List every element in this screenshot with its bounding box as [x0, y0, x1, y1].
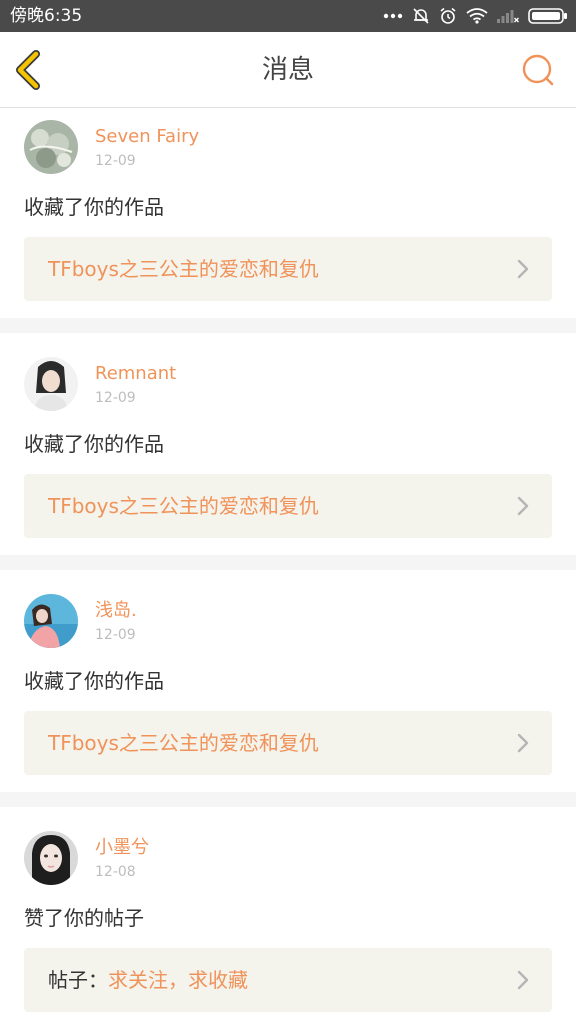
- chevron-right-icon: [517, 970, 529, 990]
- signal-icon: [497, 10, 519, 23]
- work-link[interactable]: TFboys之三公主的爱恋和复仇: [24, 711, 552, 775]
- top-nav-bar: 消息: [0, 32, 576, 108]
- message-card: 浅岛. 12-09 收藏了你的作品 TFboys之三公主的爱恋和复仇: [0, 570, 576, 792]
- message-date: 12-09: [95, 390, 136, 406]
- action-text: 收藏了你的作品: [24, 195, 164, 219]
- chevron-right-icon: [517, 259, 529, 279]
- action-text: 收藏了你的作品: [24, 669, 164, 693]
- post-title: 帖子：求关注，求收藏: [48, 968, 248, 992]
- work-link[interactable]: TFboys之三公主的爱恋和复仇: [24, 237, 552, 301]
- username[interactable]: 小墨兮: [95, 837, 149, 859]
- more-dots-icon: [383, 13, 403, 19]
- status-bar: 傍晚6:35: [0, 0, 576, 32]
- message-date: 12-09: [95, 627, 136, 643]
- username[interactable]: Remnant: [95, 363, 176, 385]
- work-title: TFboys之三公主的爱恋和复仇: [48, 731, 319, 755]
- post-link[interactable]: 帖子：求关注，求收藏: [24, 948, 552, 1012]
- message-card: Seven Fairy 12-09 收藏了你的作品 TFboys之三公主的爱恋和…: [0, 108, 576, 318]
- work-link[interactable]: TFboys之三公主的爱恋和复仇: [24, 474, 552, 538]
- avatar[interactable]: [24, 357, 78, 411]
- notification-off-icon: [413, 8, 429, 24]
- message-card: 小墨兮 12-08 赞了你的帖子 帖子：求关注，求收藏: [0, 807, 576, 1032]
- battery-icon: [528, 8, 567, 24]
- search-icon: [522, 54, 554, 86]
- work-title: TFboys之三公主的爱恋和复仇: [48, 494, 319, 518]
- work-title: TFboys之三公主的爱恋和复仇: [48, 257, 319, 281]
- search-button[interactable]: [520, 52, 556, 88]
- message-date: 12-09: [95, 153, 136, 169]
- avatar[interactable]: [24, 120, 78, 174]
- page-title: 消息: [261, 55, 314, 85]
- avatar[interactable]: [24, 594, 78, 648]
- wifi-icon: [466, 8, 488, 24]
- alarm-icon: [440, 7, 456, 24]
- chevron-right-icon: [517, 496, 529, 516]
- username[interactable]: 浅岛.: [95, 600, 137, 622]
- message-date: 12-08: [95, 864, 136, 880]
- message-card: Remnant 12-09 收藏了你的作品 TFboys之三公主的爱恋和复仇: [0, 333, 576, 555]
- chevron-right-icon: [517, 733, 529, 753]
- action-text: 赞了你的帖子: [24, 906, 144, 930]
- avatar[interactable]: [24, 831, 78, 885]
- status-time: 傍晚6:35: [10, 6, 83, 26]
- username[interactable]: Seven Fairy: [95, 126, 199, 148]
- action-text: 收藏了你的作品: [24, 432, 164, 456]
